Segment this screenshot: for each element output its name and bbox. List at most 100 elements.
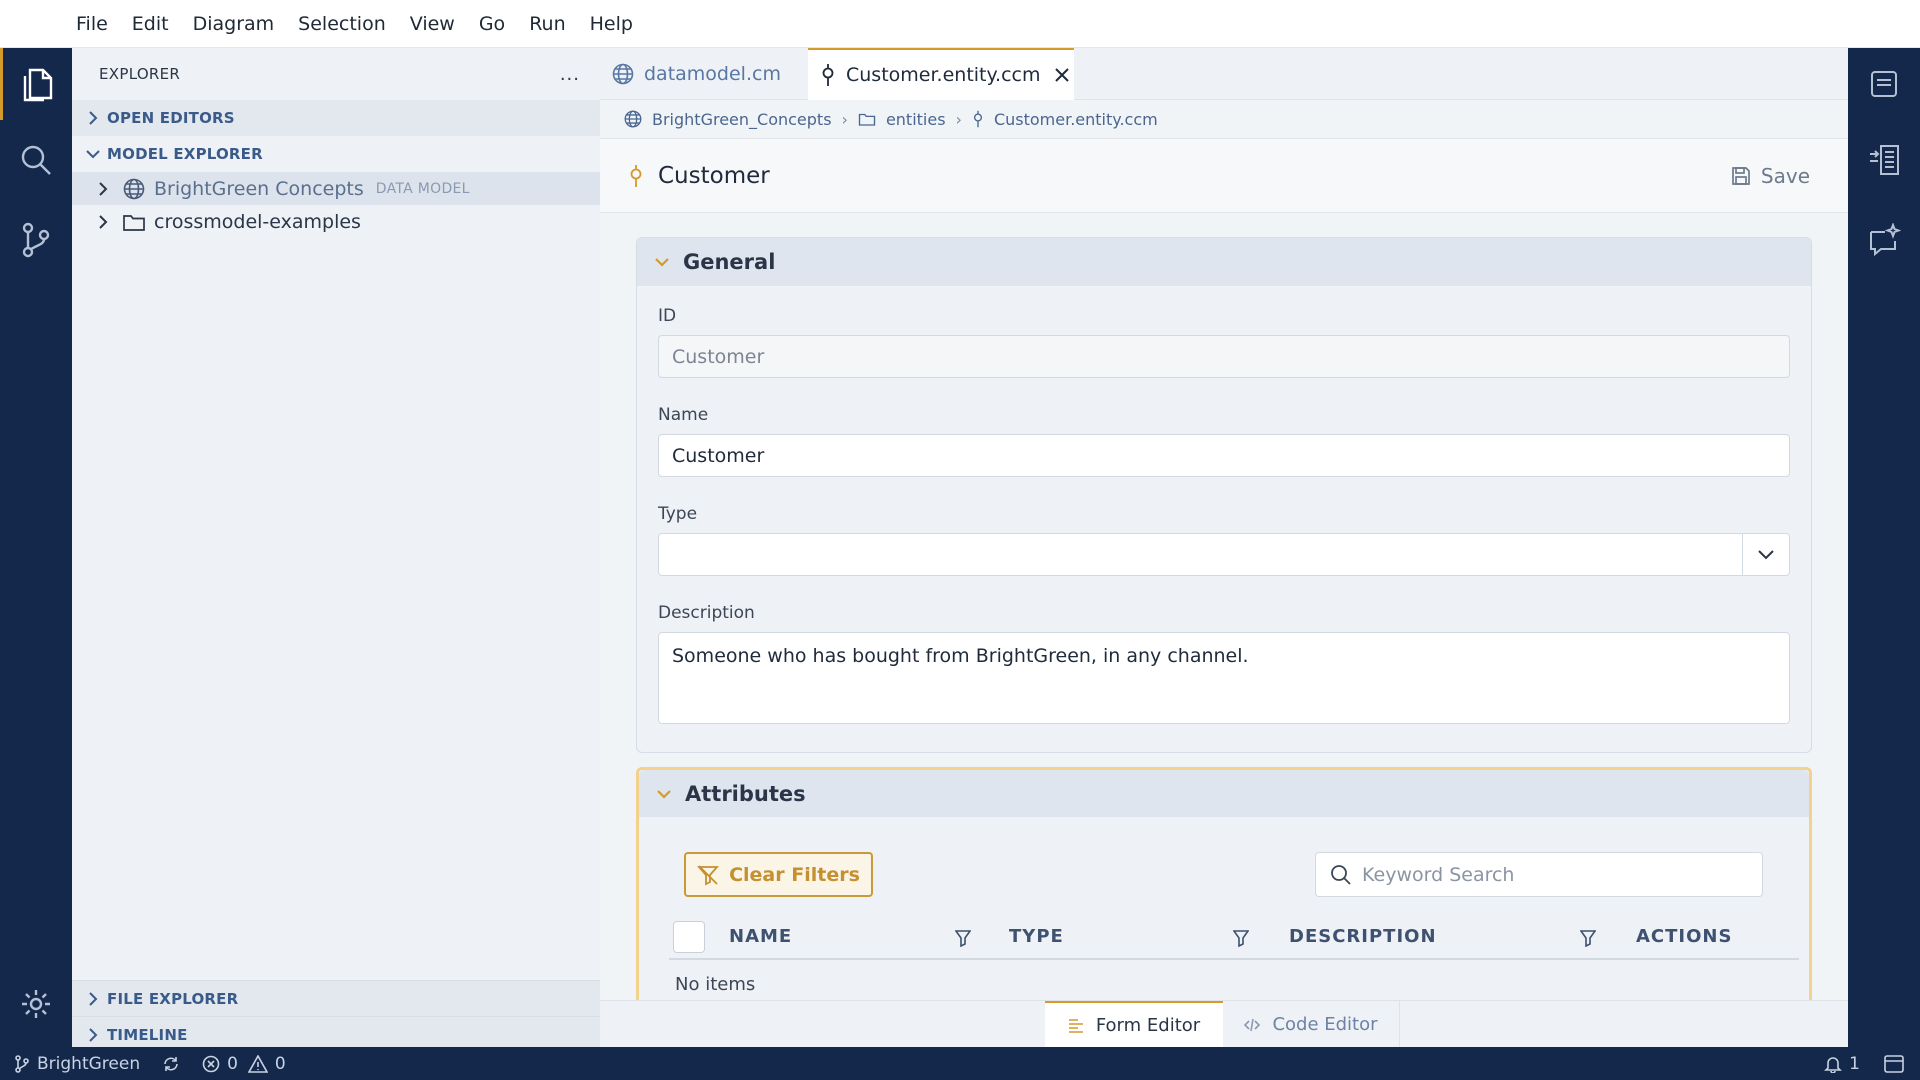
close-icon[interactable] [1054,67,1070,83]
filter-off-icon [697,864,720,886]
name-field[interactable]: Customer [658,434,1790,477]
save-button[interactable]: Save [1731,164,1810,188]
column-header-type[interactable]: TYPE [1009,926,1064,947]
attributes-panel-header[interactable]: Attributes [639,770,1809,817]
warning-count: 0 [274,1053,286,1074]
tab-datamodel[interactable]: datamodel.cm [600,48,808,100]
menu-file[interactable]: File [76,13,108,35]
menu-selection[interactable]: Selection [298,13,386,35]
select-all-checkbox[interactable] [673,920,705,953]
breadcrumb-item[interactable]: BrightGreen_Concepts [652,110,832,129]
menu-go[interactable]: Go [479,13,505,35]
tree-item-brightgreen-concepts[interactable]: BrightGreen Concepts DATA MODEL [72,172,600,205]
problems-status[interactable]: 0 0 [202,1054,286,1074]
tree-item-crossmodel-examples[interactable]: crossmodel-examples [72,205,600,238]
empty-table-text: No items [675,974,756,995]
timeline-label: TIMELINE [107,1025,188,1044]
breadcrumb: BrightGreen_Concepts › entities › Custom… [600,100,1848,139]
tab-label: datamodel.cm [644,63,781,85]
breadcrumb-item[interactable]: entities [886,110,946,129]
filter-icon[interactable] [1580,929,1596,947]
filter-icon[interactable] [1233,929,1249,947]
type-select[interactable] [658,533,1743,576]
chevron-down-icon [1758,549,1774,559]
outline-button[interactable] [1848,48,1920,120]
outline-icon [1871,71,1897,97]
status-bar: BrightGreen 0 0 1 [0,1047,1920,1080]
page-title-text: Customer [658,162,770,189]
open-editors-section[interactable]: OPEN EDITORS [72,100,600,136]
sidebar-title: EXPLORER [99,65,181,83]
gear-icon [22,990,50,1018]
search-placeholder: Keyword Search [1362,863,1515,886]
breadcrumb-separator: › [841,109,848,129]
type-dropdown-button[interactable] [1742,533,1790,576]
secondary-activity-bar [1848,48,1920,1047]
filter-icon[interactable] [955,929,971,947]
attributes-table-header: NAME TYPE DESCRIPTION ACTIONS [669,915,1799,960]
menu-diagram[interactable]: Diagram [193,13,275,35]
breadcrumb-separator: › [955,109,962,129]
file-explorer-section[interactable]: FILE EXPLORER [72,980,600,1016]
activity-bar [0,48,72,1047]
globe-icon [624,110,642,128]
chevron-right-icon [92,181,114,197]
layout-toggle[interactable] [1884,1054,1904,1073]
sync-icon [164,1056,178,1071]
chevron-down-icon [657,789,671,799]
chevron-down-icon [655,257,669,267]
bell-icon [1824,1056,1843,1073]
notifications-status[interactable]: 1 [1824,1054,1860,1074]
menu-help[interactable]: Help [590,13,633,35]
branch-name: BrightGreen [37,1053,141,1074]
chevron-down-icon [82,148,104,160]
column-header-name[interactable]: NAME [729,926,792,947]
clear-filters-button[interactable]: Clear Filters [684,852,873,897]
menu-view[interactable]: View [410,13,455,35]
description-field[interactable]: Someone who has bought from BrightGreen,… [658,632,1790,724]
chat-sparkle-icon [1870,223,1901,257]
properties-button[interactable] [1848,124,1920,196]
chat-button[interactable] [1848,204,1920,276]
globe-icon [122,178,146,200]
sync-button[interactable] [162,1055,180,1073]
sidebar-header: EXPLORER ... [72,48,600,100]
column-header-description[interactable]: DESCRIPTION [1289,926,1437,947]
page-title: Customer [628,163,770,189]
tab-code-editor[interactable]: Code Editor [1223,1001,1400,1048]
data-model-tag: DATA MODEL [375,180,470,197]
sidebar-bottom-sections: FILE EXPLORER TIMELINE [72,980,600,1052]
editor-tabs: datamodel.cm Customer.entity.ccm [600,48,1848,100]
explorer-activity-button[interactable] [0,48,72,120]
model-explorer-section[interactable]: MODEL EXPLORER [72,136,600,172]
code-icon [1244,1018,1261,1032]
form-icon [1068,1018,1084,1034]
entity-icon [820,64,836,86]
folder-icon [858,111,876,127]
tab-label: Customer.entity.ccm [846,64,1041,86]
source-control-icon [22,222,50,258]
menu-edit[interactable]: Edit [132,13,169,35]
form-editor-label: Form Editor [1095,1015,1201,1036]
more-actions-button[interactable]: ... [560,64,580,85]
breadcrumb-item[interactable]: Customer.entity.ccm [994,110,1158,129]
settings-activity-button[interactable] [0,968,72,1040]
menu-run[interactable]: Run [529,13,565,35]
keyword-search-input[interactable]: Keyword Search [1315,852,1763,897]
save-icon [1731,166,1751,186]
editor-area: datamodel.cm Customer.entity.ccm BrightG… [600,48,1848,1048]
tree-item-label: BrightGreen Concepts [154,177,364,200]
entity-icon [972,110,984,128]
properties-icon [1870,145,1899,175]
search-activity-button[interactable] [0,124,72,196]
globe-icon [612,63,634,85]
chevron-right-icon [82,1027,104,1042]
chevron-right-icon [92,214,114,230]
branch-status[interactable]: BrightGreen [14,1054,140,1074]
tab-customer-entity[interactable]: Customer.entity.ccm [808,48,1074,100]
source-control-activity-button[interactable] [0,204,72,276]
general-panel-header[interactable]: General [637,238,1811,286]
entity-icon [628,164,644,187]
tab-form-editor[interactable]: Form Editor [1045,1001,1223,1048]
clear-filters-label: Clear Filters [729,863,860,886]
